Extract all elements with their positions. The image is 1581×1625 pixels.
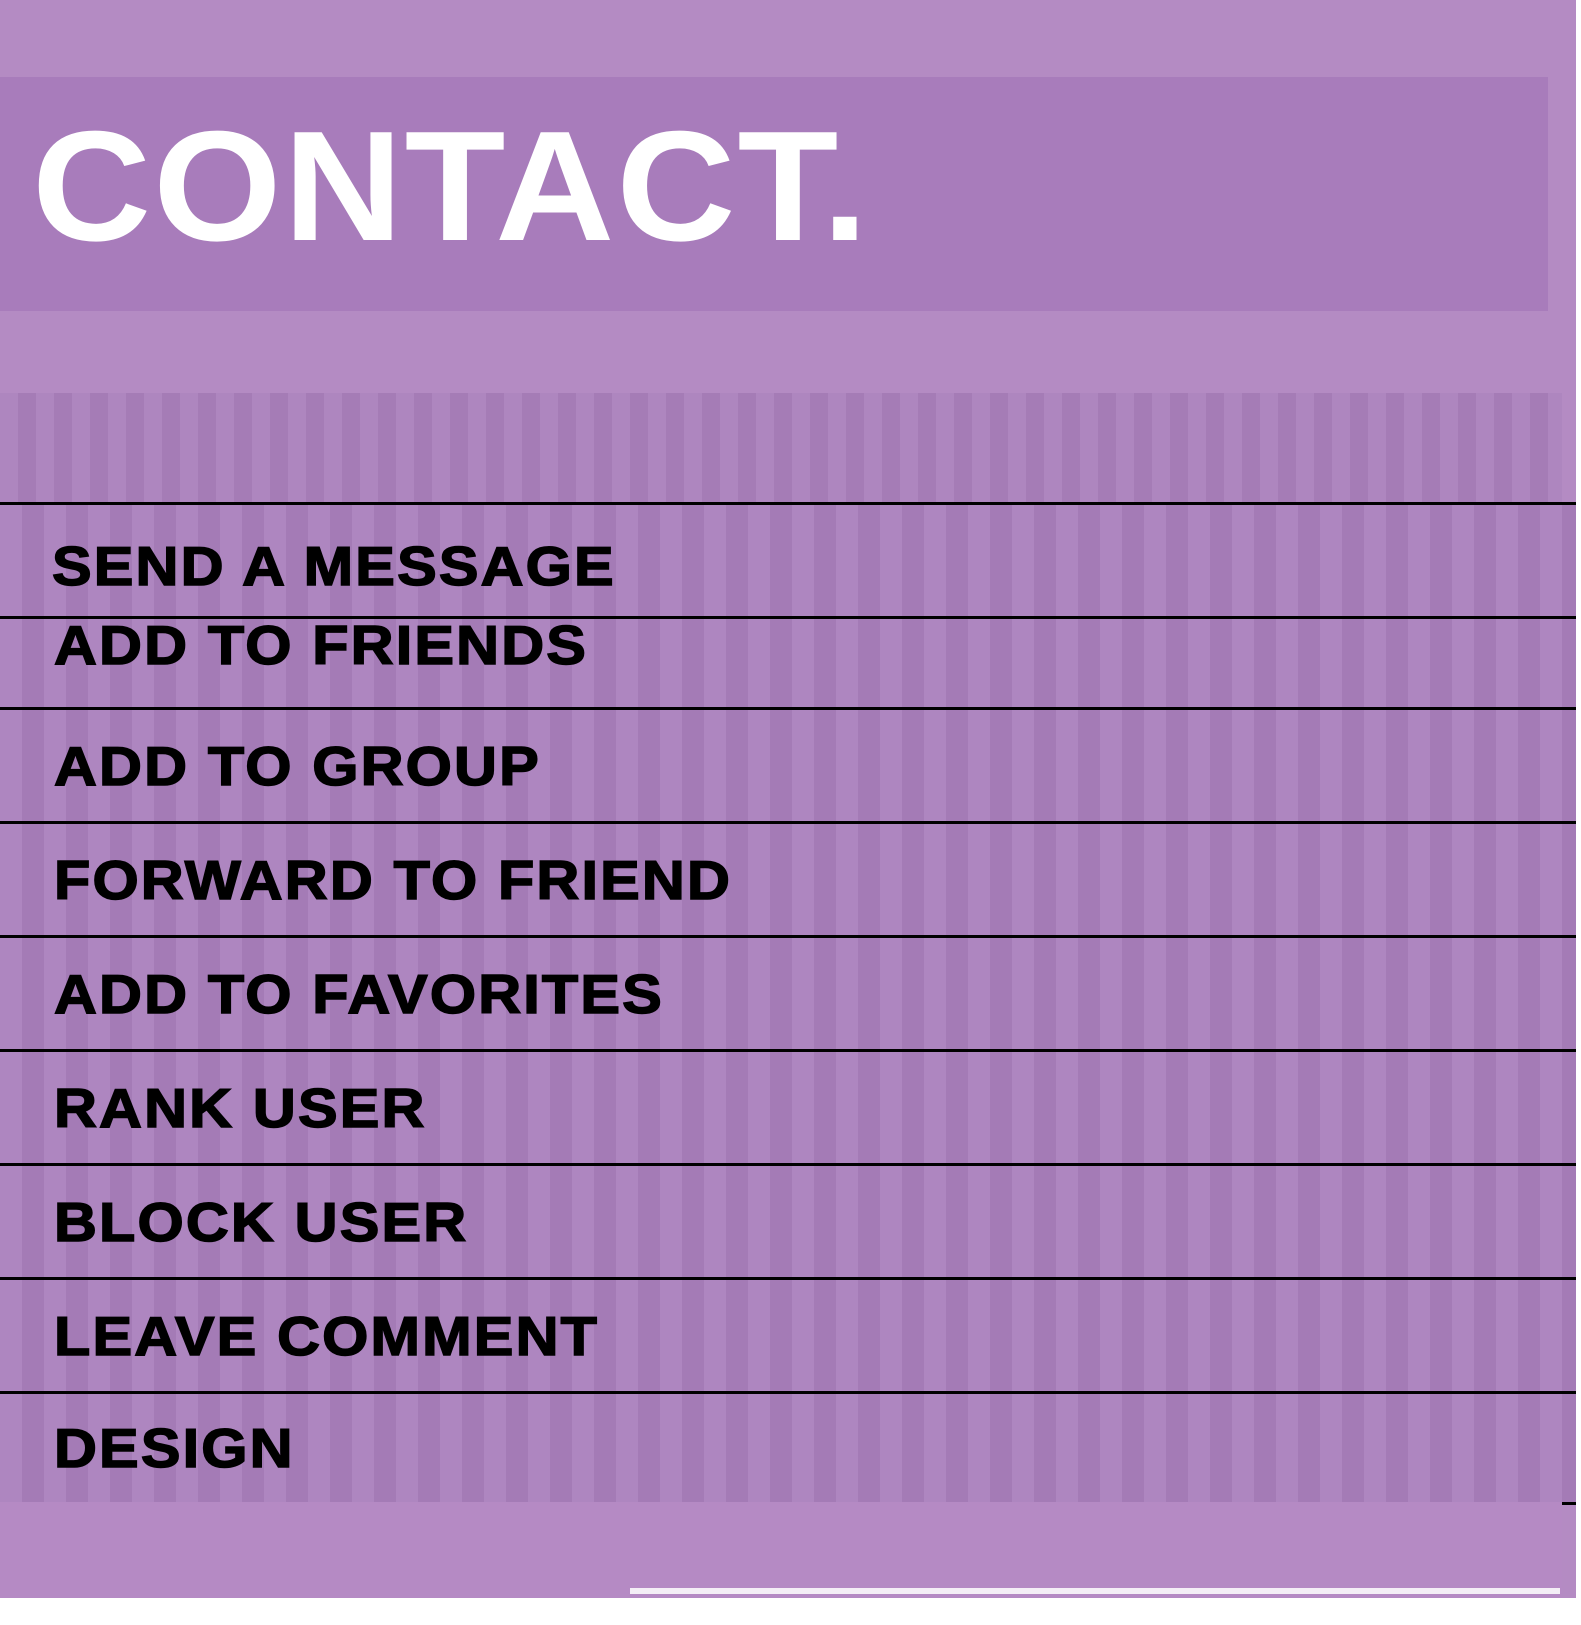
menu-item-label: DESIGN bbox=[53, 1416, 295, 1480]
bottom-edge-highlight bbox=[630, 1588, 1560, 1594]
menu-item-block-user[interactable]: BLOCK USER bbox=[0, 1163, 1576, 1277]
menu-item-label: ADD TO GROUP bbox=[53, 734, 541, 798]
menu-item-design[interactable]: DESIGN bbox=[0, 1391, 1576, 1505]
menu-item-send-message[interactable]: SEND A MESSAGE bbox=[0, 502, 1576, 616]
menu-item-label: FORWARD TO FRIEND bbox=[53, 848, 733, 912]
contact-panel: CONTACT. SEND A MESSAGE ADD TO FRIENDS A… bbox=[0, 0, 1576, 1598]
menu-item-label: ADD TO FAVORITES bbox=[53, 962, 664, 1026]
menu-item-leave-comment[interactable]: LEAVE COMMENT bbox=[0, 1277, 1576, 1391]
menu-item-rank-user[interactable]: RANK USER bbox=[0, 1049, 1576, 1163]
menu-item-label: SEND A MESSAGE bbox=[51, 534, 616, 598]
menu-top-strip bbox=[0, 393, 1562, 503]
menu-item-add-to-favorites[interactable]: ADD TO FAVORITES bbox=[0, 935, 1576, 1049]
menu-item-label: BLOCK USER bbox=[53, 1190, 469, 1254]
footer-band bbox=[0, 1502, 1562, 1598]
contact-menu: SEND A MESSAGE ADD TO FRIENDS ADD TO GRO… bbox=[0, 502, 1576, 1505]
menu-item-label: LEAVE COMMENT bbox=[53, 1304, 600, 1368]
page-title: CONTACT. bbox=[32, 98, 870, 274]
menu-item-label: RANK USER bbox=[53, 1076, 427, 1140]
menu-item-add-to-group[interactable]: ADD TO GROUP bbox=[0, 707, 1576, 821]
menu-item-add-to-friends[interactable]: ADD TO FRIENDS bbox=[0, 614, 1576, 707]
menu-item-forward-to-friend[interactable]: FORWARD TO FRIEND bbox=[0, 821, 1576, 935]
menu-item-label: ADD TO FRIENDS bbox=[53, 614, 589, 678]
